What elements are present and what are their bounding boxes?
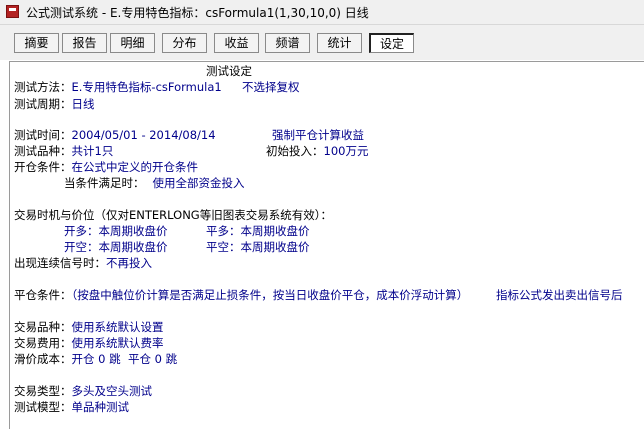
close-short-label: 平空： bbox=[206, 240, 241, 254]
when-met-label: 当条件满足时： bbox=[64, 176, 145, 190]
tab-bar: 摘要 报告 明细 分布 收益 频谱 统计 设定 bbox=[0, 25, 644, 60]
row-variety: 测试品种：共计1只 bbox=[14, 144, 113, 158]
trade-type-value: 多头及空头测试 bbox=[71, 384, 153, 398]
slippage-value: 开仓 0 跳 平仓 0 跳 bbox=[71, 352, 178, 366]
trade-variety-label: 交易品种： bbox=[14, 320, 72, 334]
open-short-value: 本周期收盘价 bbox=[98, 240, 168, 254]
tab-summary[interactable]: 摘要 bbox=[14, 33, 59, 53]
row-close-condition: 平仓条件：（按盘中触位价计算是否满足止损条件，按当日收盘价平仓，成本价浮动计算） bbox=[14, 288, 468, 302]
row-trade-timing: 交易时机与价位（仅对ENTERLONG等旧图表交易系统有效）： bbox=[14, 208, 332, 222]
tab-statistics[interactable]: 统计 bbox=[317, 33, 362, 53]
consecutive-label: 出现连续信号时： bbox=[14, 256, 106, 270]
close-condition-value: （按盘中触位价计算是否满足止损条件，按当日收盘价平仓，成本价浮动计算） bbox=[71, 288, 469, 302]
tab-report[interactable]: 报告 bbox=[62, 33, 107, 53]
title-bar: 公式测试系统 - E.专用特色指标：csFormula1(1,30,10,0) … bbox=[0, 0, 644, 25]
trade-type-label: 交易类型： bbox=[14, 384, 72, 398]
when-met-value: 使用全部资金投入 bbox=[152, 176, 245, 190]
time-label: 测试时间： bbox=[14, 128, 72, 142]
tab-spectrum[interactable]: 频谱 bbox=[265, 33, 310, 53]
row-trade-fee: 交易费用：使用系统默认费率 bbox=[14, 336, 164, 350]
row-slippage: 滑价成本：开仓 0 跳 平仓 0 跳 bbox=[14, 352, 177, 366]
force-close-text: 强制平仓计算收益 bbox=[272, 128, 364, 142]
row-trade-variety: 交易品种：使用系统默认设置 bbox=[14, 320, 164, 334]
close-condition-extra: 指标公式发出卖出信号后 bbox=[496, 288, 623, 302]
period-value: 日线 bbox=[71, 97, 95, 111]
settings-heading: 测试设定 bbox=[206, 64, 252, 78]
tab-settings[interactable]: 设定 bbox=[369, 33, 414, 53]
row-open-long: 开多：本周期收盘价 bbox=[64, 224, 168, 238]
app-icon bbox=[6, 5, 19, 18]
close-short-value: 本周期收盘价 bbox=[240, 240, 310, 254]
row-time: 测试时间：2004/05/01 - 2014/08/14 bbox=[14, 128, 216, 142]
window-title: 公式测试系统 - E.专用特色指标：csFormula1(1,30,10,0) … bbox=[26, 6, 369, 20]
open-long-value: 本周期收盘价 bbox=[98, 224, 168, 238]
open-long-label: 开多： bbox=[64, 224, 99, 238]
consecutive-value: 不再投入 bbox=[106, 256, 152, 270]
close-short: 平空：本周期收盘价 bbox=[206, 240, 310, 254]
tab-detail[interactable]: 明细 bbox=[110, 33, 155, 53]
row-open-condition: 开仓条件：在公式中定义的开仓条件 bbox=[14, 160, 198, 174]
initial-label: 初始投入： bbox=[266, 144, 324, 158]
row-consecutive-signal: 出现连续信号时：不再投入 bbox=[14, 256, 152, 270]
time-value: 2004/05/01 - 2014/08/14 bbox=[71, 128, 216, 142]
model-value: 单品种测试 bbox=[71, 400, 130, 414]
method-extra: 不选择复权 bbox=[242, 80, 300, 94]
close-long: 平多：本周期收盘价 bbox=[206, 224, 310, 238]
close-condition-label: 平仓条件： bbox=[14, 288, 72, 302]
close-long-label: 平多： bbox=[206, 224, 241, 238]
trade-timing-label: 交易时机与价位（仅对ENTERLONG等旧图表交易系统有效）： bbox=[14, 208, 332, 222]
initial-value: 100万元 bbox=[323, 144, 369, 158]
trade-fee-label: 交易费用： bbox=[14, 336, 72, 350]
settings-panel: 测试设定 测试方法：E.专用特色指标-csFormula1 不选择复权 测试周期… bbox=[9, 61, 644, 429]
row-method: 测试方法：E.专用特色指标-csFormula1 bbox=[14, 80, 222, 94]
row-open-short: 开空：本周期收盘价 bbox=[64, 240, 168, 254]
trade-variety-value: 使用系统默认设置 bbox=[71, 320, 164, 334]
slippage-label: 滑价成本： bbox=[14, 352, 72, 366]
tab-distribution[interactable]: 分布 bbox=[162, 33, 207, 53]
variety-value: 共计1只 bbox=[71, 144, 114, 158]
row-when-met: 当条件满足时： 使用全部资金投入 bbox=[64, 176, 245, 190]
initial-investment: 初始投入：100万元 bbox=[266, 144, 368, 158]
close-long-value: 本周期收盘价 bbox=[240, 224, 310, 238]
open-condition-value: 在公式中定义的开仓条件 bbox=[71, 160, 199, 174]
open-condition-label: 开仓条件： bbox=[14, 160, 72, 174]
trade-fee-value: 使用系统默认费率 bbox=[71, 336, 164, 350]
variety-label: 测试品种： bbox=[14, 144, 72, 158]
row-model: 测试模型：单品种测试 bbox=[14, 400, 129, 414]
open-short-label: 开空： bbox=[64, 240, 99, 254]
method-label: 测试方法： bbox=[14, 80, 72, 94]
row-period: 测试周期：日线 bbox=[14, 97, 95, 111]
model-label: 测试模型： bbox=[14, 400, 72, 414]
tab-return[interactable]: 收益 bbox=[214, 33, 259, 53]
period-label: 测试周期： bbox=[14, 97, 72, 111]
row-trade-type: 交易类型：多头及空头测试 bbox=[14, 384, 152, 398]
method-value: E.专用特色指标-csFormula1 bbox=[71, 80, 222, 94]
